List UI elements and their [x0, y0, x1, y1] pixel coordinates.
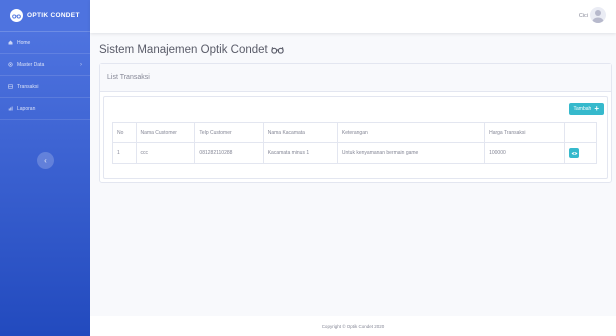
plus-icon: +: [594, 104, 599, 113]
sidebar-item-label: Laporan: [17, 105, 36, 112]
avatar[interactable]: [590, 7, 606, 23]
report-icon: [8, 106, 13, 111]
footer: Copyright © Optik Condet 2020: [90, 316, 616, 336]
sidebar-item-label: Transaksi: [17, 83, 39, 90]
user-name[interactable]: Cici: [579, 13, 588, 19]
table-row: 1 ccc 081282110288 Kacamata minus 1 Untu…: [112, 142, 597, 164]
transaction-table: No Nama Customer Telp Customer Nama Kaca…: [112, 122, 597, 164]
sidebar-item-label: Home: [17, 39, 31, 46]
column-header-note[interactable]: Keterangan: [336, 122, 486, 143]
add-transaction-button[interactable]: Tambah +: [568, 103, 604, 115]
chevron-left-icon: ‹: [44, 156, 47, 165]
table-header-row: No Nama Customer Telp Customer Nama Kaca…: [112, 122, 597, 143]
view-button[interactable]: [569, 148, 580, 158]
sidebar-item-transaksi[interactable]: Transaksi: [0, 76, 90, 98]
sidebar: OPTIK CONDET Home Master Data › Transaks…: [0, 0, 90, 336]
glasses-icon: [271, 47, 284, 54]
sidebar-item-home[interactable]: Home: [0, 32, 90, 54]
cell-glasses: Kacamata minus 1: [262, 142, 338, 164]
column-header-customer[interactable]: Nama Customer: [135, 122, 196, 143]
add-button-label: Tambah: [573, 106, 592, 112]
column-header-glasses[interactable]: Nama Kacamata: [262, 122, 338, 143]
sidebar-item-label: Master Data: [17, 61, 45, 68]
column-header-action: [564, 122, 597, 143]
user-avatar-icon: [592, 10, 604, 23]
sidebar-item-master-data[interactable]: Master Data ›: [0, 54, 90, 76]
cell-no: 1: [112, 142, 137, 164]
cog-icon: [8, 62, 13, 67]
column-header-price[interactable]: Harga Transaksi: [484, 122, 566, 143]
cell-note: Untuk kenyamanan bermain game: [336, 142, 486, 164]
column-header-phone[interactable]: Telp Customer: [194, 122, 264, 143]
eye-icon: [571, 151, 578, 155]
glasses-logo-icon: [10, 9, 23, 22]
cell-price: 100000: [484, 142, 566, 164]
table-icon: [8, 84, 13, 89]
table-container: Tambah + No Nama Customer Telp Customer …: [103, 96, 608, 179]
brand[interactable]: OPTIK CONDET: [0, 0, 90, 32]
topbar: Cici: [90, 0, 616, 33]
sidebar-toggle-button[interactable]: ‹: [37, 152, 54, 169]
chevron-right-icon: ›: [80, 61, 82, 68]
brand-name: OPTIK CONDET: [27, 12, 80, 19]
cell-action: [564, 142, 597, 164]
cell-customer: ccc: [135, 142, 196, 164]
transaction-card: List Transaksi Tambah + No Nama Customer…: [99, 63, 612, 183]
page-title-text: Sistem Manajemen Optik Condet: [99, 44, 268, 56]
page-title: Sistem Manajemen Optik Condet: [99, 44, 284, 56]
copyright-text: Copyright © Optik Condet 2020: [321, 323, 385, 329]
card-header-title: List Transaksi: [107, 74, 150, 81]
cell-phone: 081282110288: [194, 142, 264, 164]
column-header-no[interactable]: No: [112, 122, 137, 143]
sidebar-item-laporan[interactable]: Laporan: [0, 98, 90, 120]
card-header: List Transaksi: [100, 64, 611, 92]
home-icon: [8, 40, 13, 45]
